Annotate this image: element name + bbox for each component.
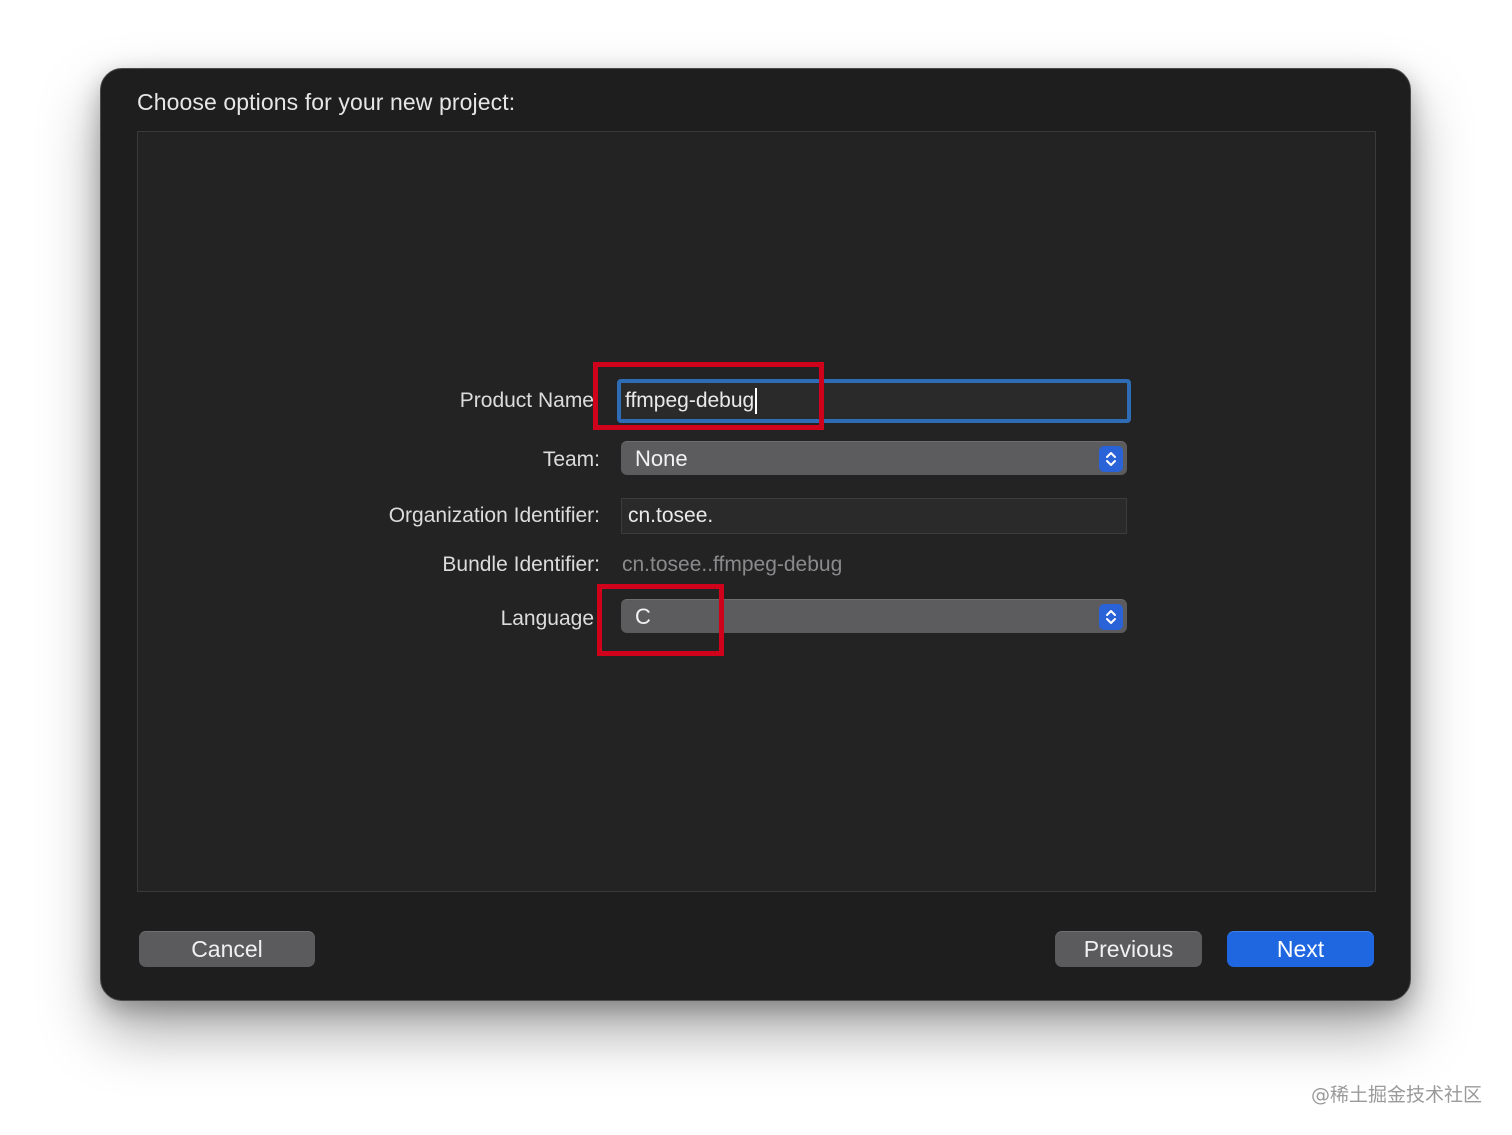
previous-button[interactable]: Previous (1055, 931, 1202, 967)
chevron-up-down-icon (1099, 446, 1123, 472)
organization-identifier-input[interactable]: cn.tosee. (621, 498, 1127, 534)
language-popup-value: C (635, 603, 651, 629)
bundle-identifier-label: Bundle Identifier: (442, 553, 600, 576)
next-button[interactable]: Next (1227, 931, 1374, 967)
watermark: @稀土掘金技术社区 (1310, 1084, 1482, 1106)
organization-identifier-label: Organization Identifier: (388, 504, 600, 527)
language-popup[interactable]: C (621, 599, 1127, 633)
bundle-identifier-value: cn.tosee..ffmpeg-debug (622, 553, 843, 576)
text-caret (755, 388, 758, 414)
product-name-value: ffmpeg-debug (625, 389, 755, 412)
language-label: Language (500, 607, 594, 630)
team-label: Team: (542, 448, 600, 471)
new-project-dialog: Choose options for your new project: Pro… (100, 68, 1411, 1001)
product-name-label: Product Name (459, 389, 594, 412)
team-popup[interactable]: None (621, 441, 1127, 475)
cancel-button[interactable]: Cancel (139, 931, 315, 967)
team-popup-value: None (635, 445, 688, 471)
product-name-input[interactable]: ffmpeg-debug (617, 379, 1131, 423)
organization-identifier-value: cn.tosee. (628, 504, 714, 527)
dialog-title: Choose options for your new project: (137, 89, 516, 115)
chevron-up-down-icon (1099, 604, 1123, 630)
